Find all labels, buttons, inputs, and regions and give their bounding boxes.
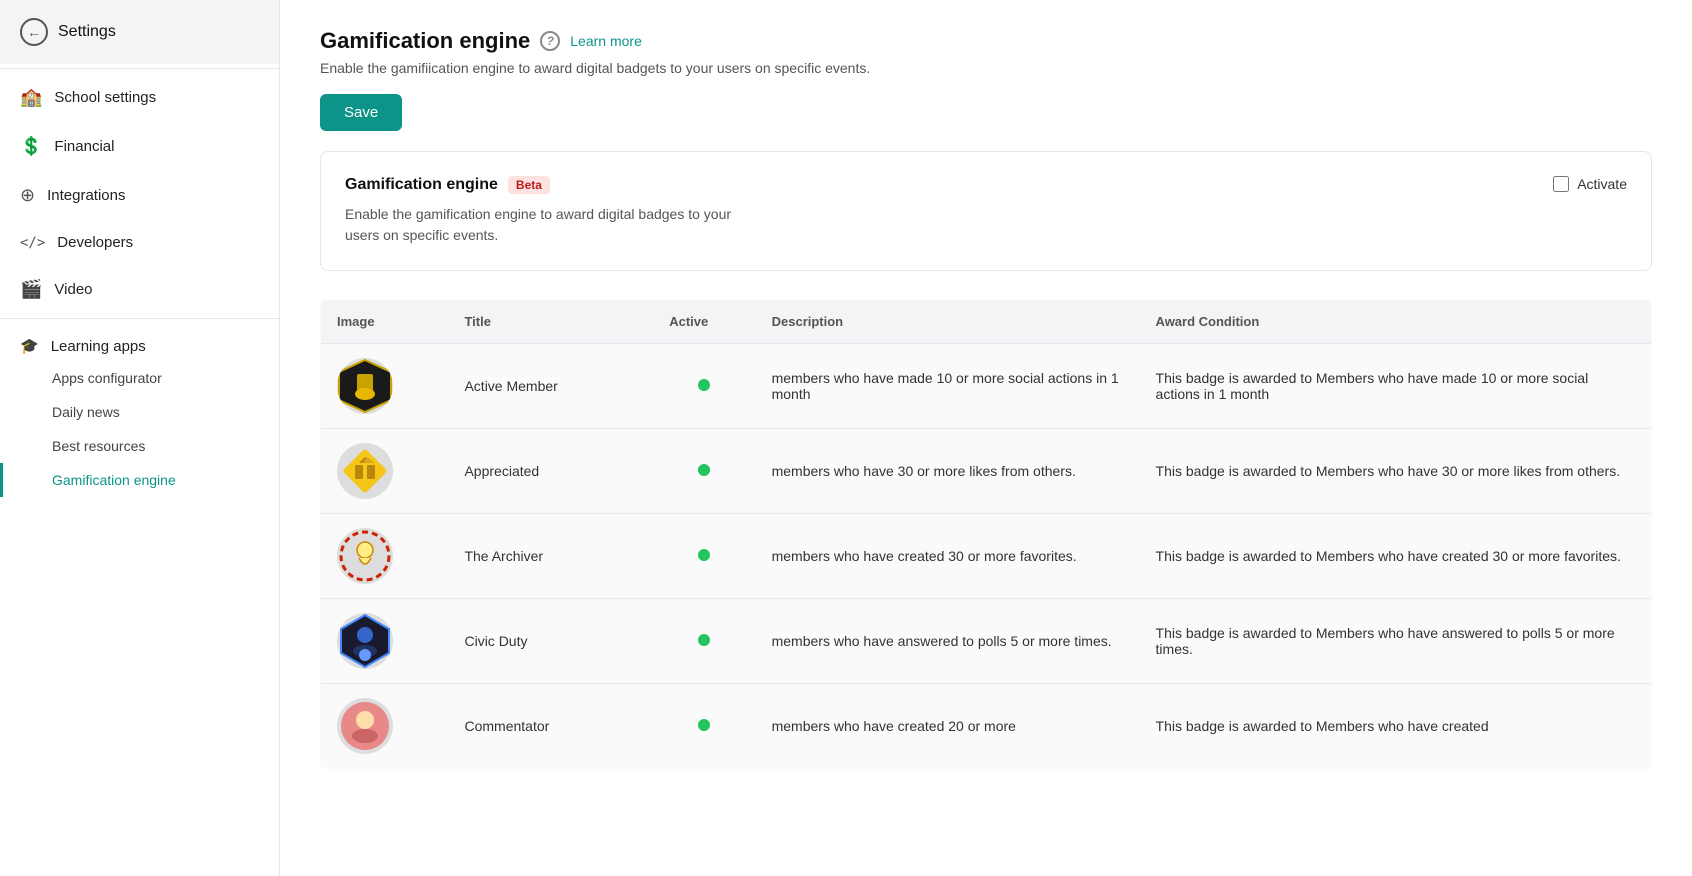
active-indicator [698,719,710,731]
divider-1 [0,68,279,69]
badge-image [337,698,393,754]
sidebar-item-label: Integrations [47,187,125,204]
activate-row: Activate [1553,176,1627,192]
badge-title: Commentator [448,684,653,769]
badge-title: Appreciated [448,429,653,514]
page-title: Gamification engine [320,28,530,54]
badge-description: members who have made 10 or more social … [756,344,1140,429]
sidebar-item-school-settings[interactable]: 🏫 School settings [0,73,279,122]
table-header-row: Image Title Active Description Award Con… [321,300,1652,344]
engine-card-left: Gamification engine Beta Enable the gami… [345,176,745,246]
save-button[interactable]: Save [320,94,402,131]
activate-label: Activate [1577,176,1627,192]
badge-award-condition: This badge is awarded to Members who hav… [1140,599,1652,684]
badge-image-cell [321,599,449,684]
sidebar-section-label-text: Learning apps [51,338,146,355]
table-row: Appreciated members who have 30 or more … [321,429,1652,514]
title-row: Gamification engine ? Learn more [320,28,1652,54]
badges-table: Image Title Active Description Award Con… [320,299,1652,769]
sidebar-item-video[interactable]: 🎬 Video [0,265,279,314]
sidebar-section-learning-apps[interactable]: 🎓 Learning apps [0,323,279,361]
sidebar-item-best-resources[interactable]: Best resources [0,429,279,463]
badge-image-cell [321,429,449,514]
page-subtitle: Enable the gamifiication engine to award… [320,60,1652,76]
divider-2 [0,318,279,319]
integrations-icon: ⊕ [20,185,35,206]
sub-item-label: Apps configurator [52,370,162,386]
badge-award-condition: This badge is awarded to Members who hav… [1140,429,1652,514]
badge-active [653,514,755,599]
learning-icon: 🎓 [20,337,39,355]
engine-card: Gamification engine Beta Enable the gami… [320,151,1652,271]
table-row: Commentator members who have created 20 … [321,684,1652,769]
engine-card-description: Enable the gamification engine to award … [345,204,745,246]
badge-image-cell [321,684,449,769]
table-header: Image Title Active Description Award Con… [321,300,1652,344]
sidebar-item-daily-news[interactable]: Daily news [0,395,279,429]
badge-description: members who have created 20 or more [756,684,1140,769]
badge-active [653,684,755,769]
badge-active [653,429,755,514]
active-indicator [698,549,710,561]
badge-award-condition: This badge is awarded to Members who hav… [1140,684,1652,769]
activate-checkbox[interactable] [1553,176,1569,192]
badge-image-cell [321,344,449,429]
engine-card-title-row: Gamification engine Beta [345,176,745,194]
th-title: Title [448,300,653,344]
active-indicator [698,634,710,646]
active-indicator [698,379,710,391]
back-button[interactable]: ← Settings [0,0,279,64]
sidebar-item-label: School settings [54,89,156,106]
back-label: Settings [58,23,116,41]
engine-card-title: Gamification engine [345,176,498,194]
sidebar: ← Settings 🏫 School settings 💲 Financial… [0,0,280,876]
badge-description: members who have 30 or more likes from o… [756,429,1140,514]
help-icon[interactable]: ? [540,31,560,51]
video-icon: 🎬 [20,279,42,300]
back-icon: ← [20,18,48,46]
badge-image [337,443,393,499]
school-icon: 🏫 [20,87,42,108]
table-row: Active Member members who have made 10 o… [321,344,1652,429]
developers-icon: </> [20,235,45,251]
badge-award-condition: This badge is awarded to Members who hav… [1140,344,1652,429]
active-indicator [698,464,710,476]
badge-image-cell [321,514,449,599]
table-body: Active Member members who have made 10 o… [321,344,1652,769]
sub-item-label: Gamification engine [52,472,176,488]
th-description: Description [756,300,1140,344]
badge-award-condition: This badge is awarded to Members who hav… [1140,514,1652,599]
th-award-condition: Award Condition [1140,300,1652,344]
badge-image [337,358,393,414]
beta-badge: Beta [508,176,550,194]
table-row: Civic Duty members who have answered to … [321,599,1652,684]
sidebar-item-label: Developers [57,234,133,251]
badge-image [337,528,393,584]
badge-active [653,599,755,684]
badge-description: members who have created 30 or more favo… [756,514,1140,599]
badge-description: members who have answered to polls 5 or … [756,599,1140,684]
badge-title: Civic Duty [448,599,653,684]
sub-item-label: Best resources [52,438,145,454]
sidebar-item-gamification-engine[interactable]: Gamification engine [0,463,279,497]
sidebar-item-integrations[interactable]: ⊕ Integrations [0,171,279,220]
sidebar-item-apps-configurator[interactable]: Apps configurator [0,361,279,395]
table-row: The Archiver members who have created 30… [321,514,1652,599]
learn-more-link[interactable]: Learn more [570,33,642,49]
th-image: Image [321,300,449,344]
page-header: Gamification engine ? Learn more Enable … [320,28,1652,131]
th-active: Active [653,300,755,344]
sidebar-item-financial[interactable]: 💲 Financial [0,122,279,171]
badge-title: The Archiver [448,514,653,599]
badge-title: Active Member [448,344,653,429]
sidebar-item-developers[interactable]: </> Developers [0,220,279,265]
sub-item-label: Daily news [52,404,120,420]
badge-active [653,344,755,429]
main-content: Gamification engine ? Learn more Enable … [280,0,1692,876]
badge-image [337,613,393,669]
sidebar-item-label: Video [54,281,92,298]
sidebar-item-label: Financial [54,138,114,155]
financial-icon: 💲 [20,136,42,157]
